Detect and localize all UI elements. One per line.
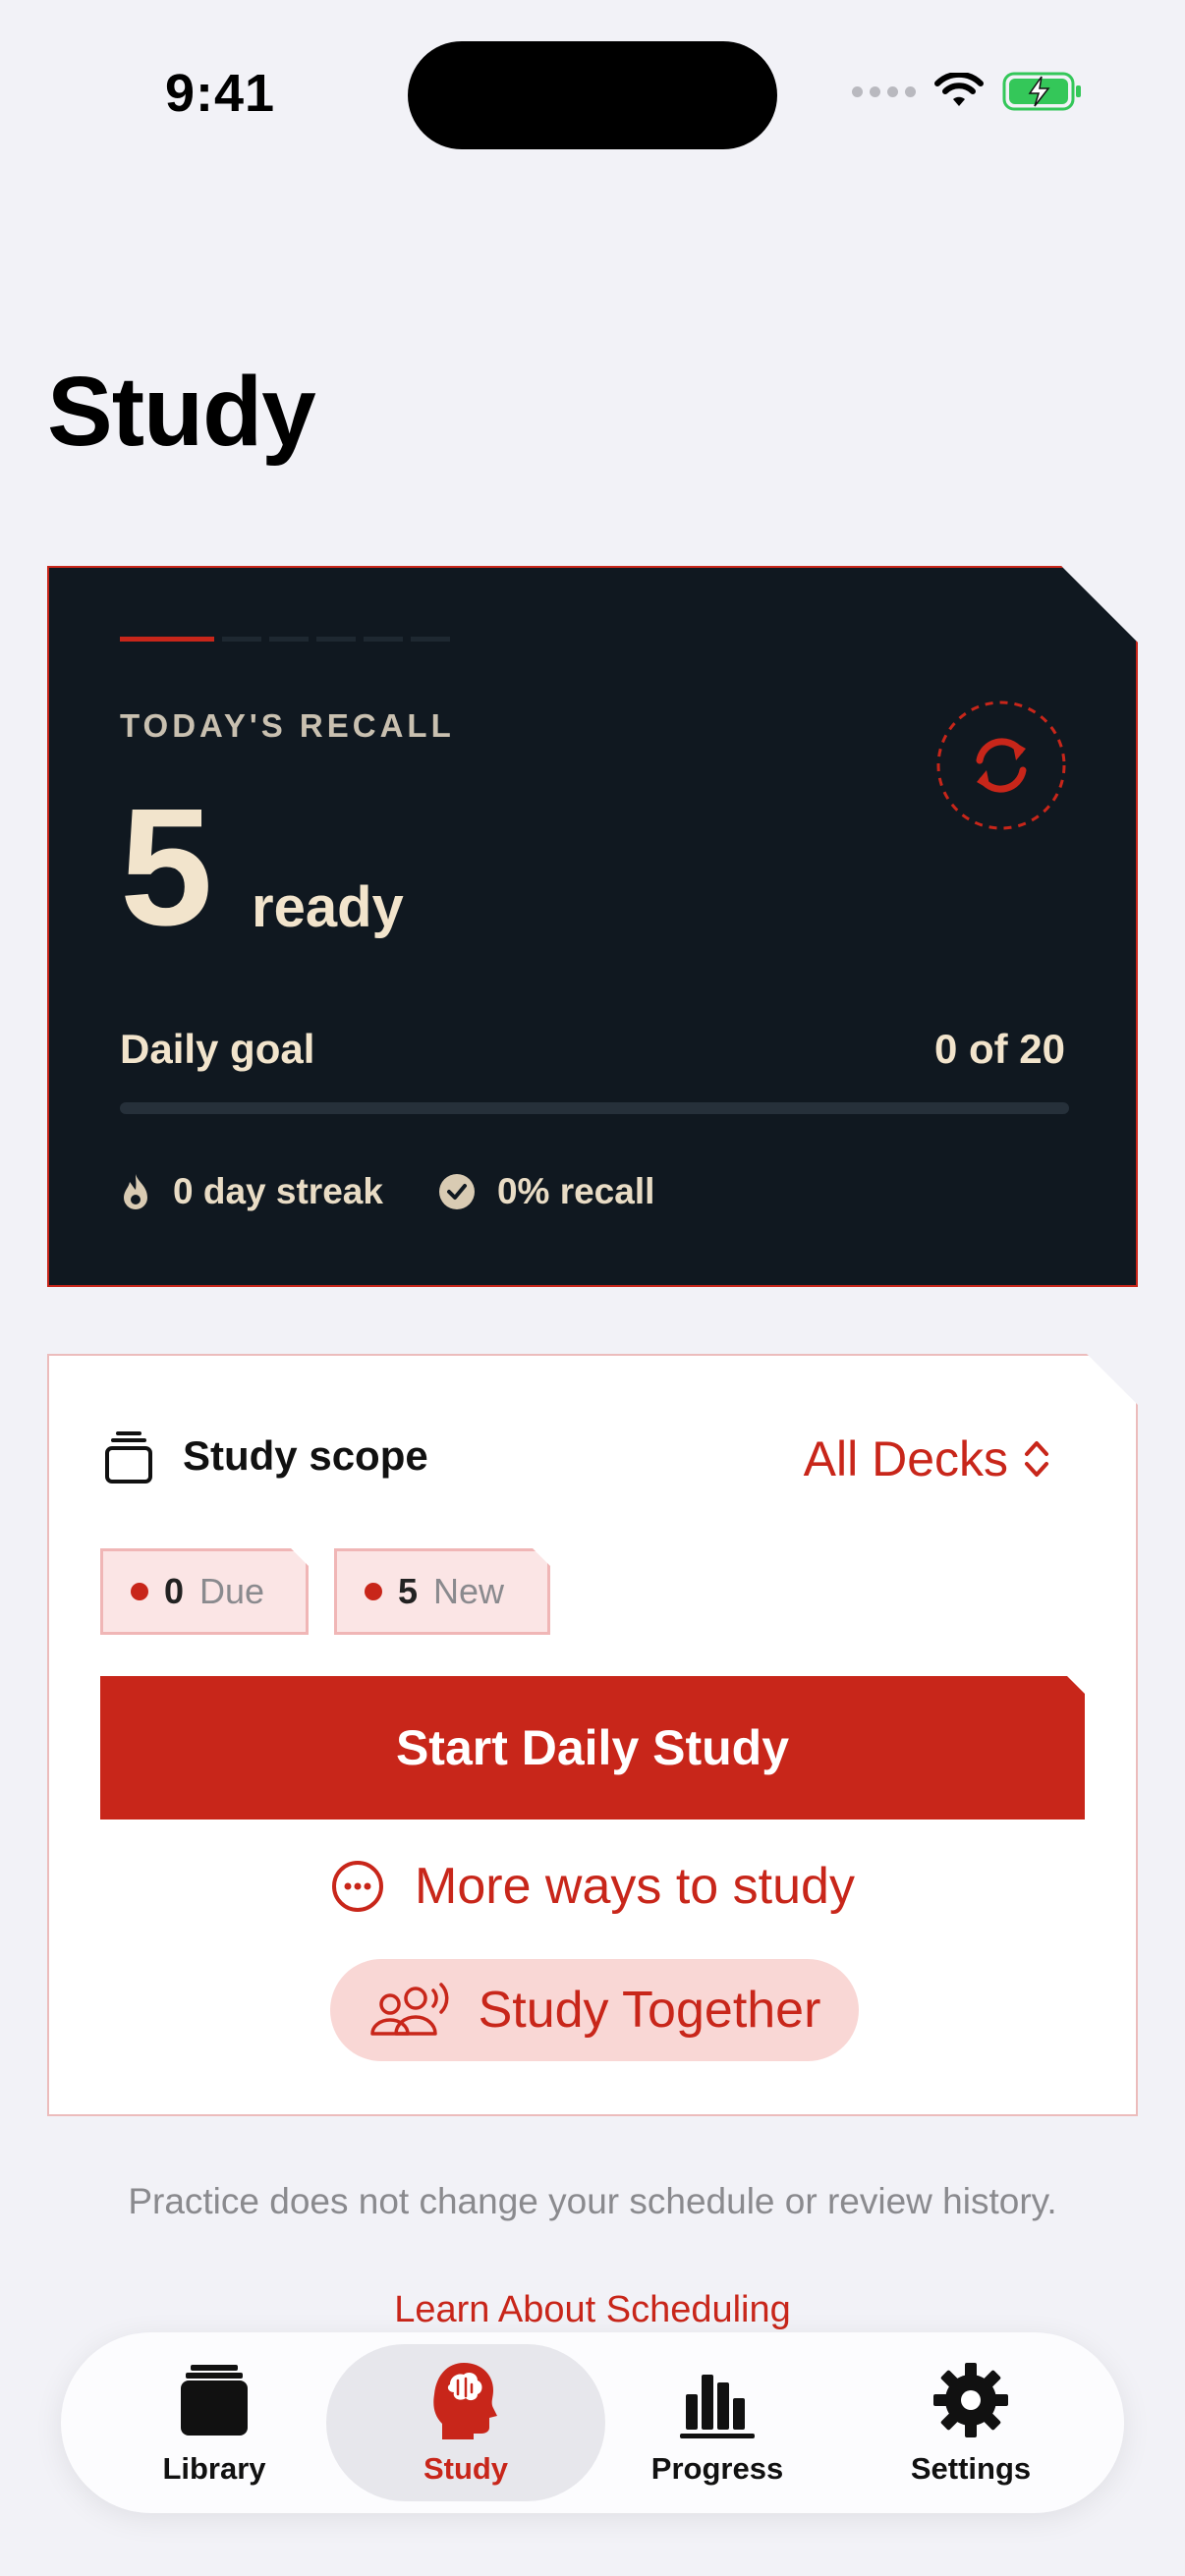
new-count: 5: [398, 1571, 419, 1611]
streak-stat: 0 day streak: [120, 1171, 383, 1212]
battery-charging-icon: [1002, 72, 1081, 111]
dynamic-island: [408, 41, 777, 149]
tab-settings-label: Settings: [910, 2451, 1032, 2486]
library-icon: [181, 2365, 248, 2436]
brain-head-icon: [433, 2363, 497, 2439]
due-count-chip: 0 Due: [100, 1548, 309, 1635]
more-ways-to-study-link[interactable]: More ways to study: [49, 1857, 1136, 1916]
tab-study-label: Study: [423, 2451, 509, 2486]
daily-goal-label: Daily goal: [120, 1026, 315, 1072]
tab-progress[interactable]: Progress: [578, 2344, 857, 2501]
recall-text: 0% recall: [496, 1171, 655, 1211]
deck-selector[interactable]: All Decks: [804, 1430, 1051, 1487]
daily-goal-value: 0 of 20: [933, 1026, 1065, 1072]
stack-icon: [105, 1431, 152, 1484]
sync-icon[interactable]: [935, 700, 1067, 831]
gear-icon: [933, 2363, 1008, 2437]
tab-settings[interactable]: Settings: [831, 2344, 1110, 2501]
learn-about-scheduling-link[interactable]: Learn About Scheduling: [0, 2289, 1185, 2331]
wifi-icon: [934, 73, 984, 106]
start-daily-study-button[interactable]: Start Daily Study: [100, 1676, 1085, 1820]
page-title: Study: [47, 357, 316, 467]
status-indicators: [852, 71, 1083, 112]
streak-text: 0 day streak: [173, 1171, 383, 1211]
stats-row: 0 day streak 0% recall: [120, 1171, 709, 1212]
recall-label: TODAY'S RECALL: [120, 707, 455, 744]
study-together-button[interactable]: Study Together: [330, 1959, 859, 2061]
todays-recall-card: TODAY'S RECALL 5 ready Daily goal 0 of 2…: [47, 566, 1138, 1287]
more-ways-label: More ways to study: [415, 1858, 855, 1915]
new-count-chip: 5 New: [334, 1548, 550, 1635]
chevron-up-down-icon: [1025, 1441, 1048, 1477]
study-scope-card: Study scope All Decks 0 Due 5 New Start …: [47, 1354, 1138, 2116]
study-together-label: Study Together: [478, 1982, 821, 2039]
recall-stat: 0% recall: [438, 1171, 654, 1212]
tab-library[interactable]: Library: [75, 2344, 354, 2501]
deck-selector-value: All Decks: [803, 1431, 1008, 1486]
status-time: 9:41: [165, 64, 276, 123]
tab-study[interactable]: Study: [326, 2344, 605, 2501]
tab-library-label: Library: [162, 2451, 266, 2486]
practice-note: Practice does not change your schedule o…: [128, 2181, 1057, 2221]
study-scope-label: Study scope: [183, 1432, 428, 1479]
bar-chart-icon: [680, 2375, 755, 2438]
recall-count: 5: [120, 774, 213, 961]
new-dot: [365, 1583, 382, 1600]
people-speaking-icon: [369, 1983, 448, 2036]
due-label: Due: [199, 1571, 265, 1611]
due-dot: [131, 1583, 148, 1600]
checkmark-circle-icon: [438, 1174, 475, 1209]
daily-goal-progress-bar: [120, 1102, 1069, 1114]
due-count: 0: [164, 1571, 185, 1611]
tab-progress-label: Progress: [650, 2451, 784, 2486]
card-progress-ticks: [120, 637, 450, 642]
new-label: New: [433, 1571, 505, 1611]
cellular-signal-icon: [852, 85, 916, 97]
flame-icon: [124, 1174, 147, 1209]
ellipsis-circle-icon: [332, 1861, 384, 1912]
recall-unit: ready: [252, 875, 404, 939]
tab-bar: Library Study Progress Settings: [61, 2332, 1124, 2513]
